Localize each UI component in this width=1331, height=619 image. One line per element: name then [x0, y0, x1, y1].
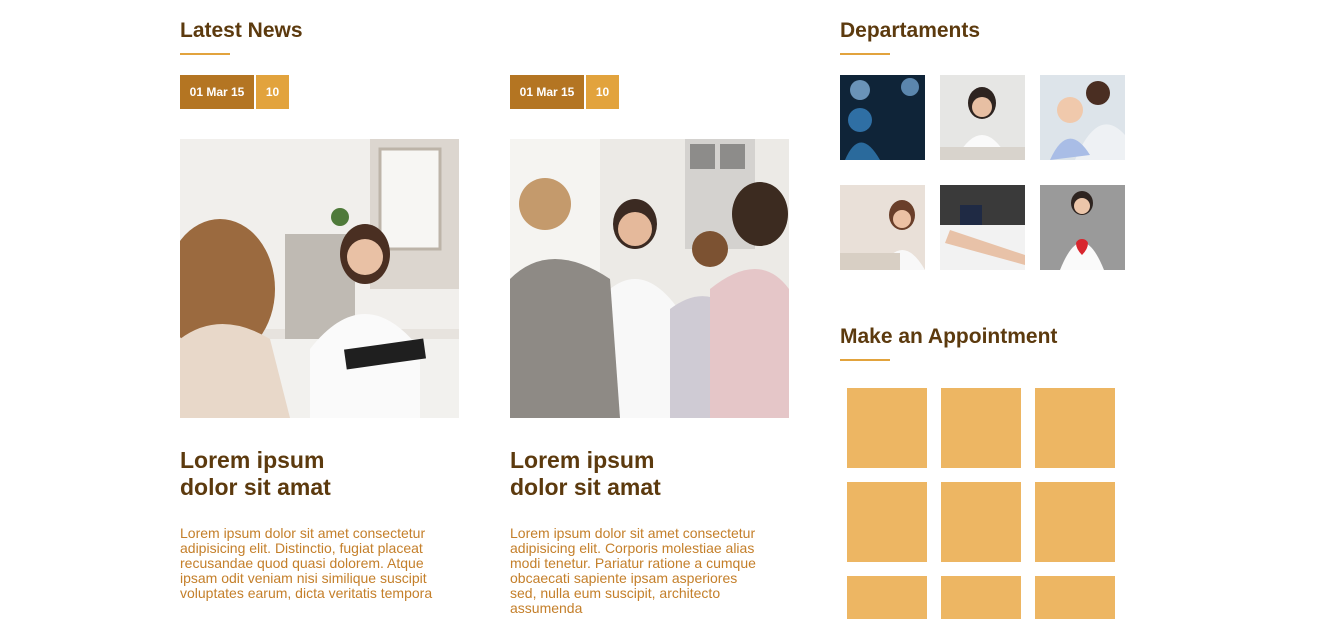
news-title-line1: Lorem ipsum	[180, 447, 325, 473]
doctor-writing-photo	[840, 185, 925, 270]
appointment-slot[interactable]	[941, 388, 1021, 468]
department-thumb-surgery[interactable]	[840, 75, 925, 160]
appointment-slot[interactable]	[941, 482, 1021, 562]
appointment-heading: Make an Appointment	[840, 325, 1058, 348]
doctor-desk-photo	[940, 75, 1025, 160]
news-image-doctor-consultation[interactable]	[180, 139, 459, 418]
department-thumb-cardiology[interactable]	[1040, 185, 1125, 270]
latest-news-heading: Latest News	[180, 19, 303, 42]
appointment-slot[interactable]	[1035, 388, 1115, 468]
news-title-line2: dolor sit amat	[180, 474, 331, 500]
department-thumb-doctor-desk[interactable]	[940, 75, 1025, 160]
appointment-underline	[840, 359, 890, 361]
department-thumb-pediatrics[interactable]	[1040, 75, 1125, 160]
department-thumb-blood-pressure[interactable]	[940, 185, 1025, 270]
appointment-slot[interactable]	[847, 482, 927, 562]
cardiology-photo	[1040, 185, 1125, 270]
departments-heading: Departaments	[840, 19, 981, 42]
news-date-badge: 01 Mar 15	[180, 75, 254, 109]
news-title[interactable]: Lorem ipsum dolor sit amat	[180, 447, 440, 501]
news-date-badge: 01 Mar 15	[510, 75, 584, 109]
appointment-slot[interactable]	[1035, 576, 1115, 619]
latest-news-underline	[180, 53, 230, 55]
departments-underline	[840, 53, 890, 55]
news-title[interactable]: Lorem ipsum dolor sit amat	[510, 447, 770, 501]
pediatrics-photo	[1040, 75, 1125, 160]
news-title-line1: Lorem ipsum	[510, 447, 655, 473]
appointment-slot[interactable]	[847, 576, 927, 619]
family-doctor-visit-photo	[510, 139, 789, 418]
appointment-slot[interactable]	[941, 576, 1021, 619]
news-comment-count-badge[interactable]: 10	[586, 75, 619, 109]
news-excerpt: Lorem ipsum dolor sit amet consectetur a…	[180, 526, 433, 601]
doctor-consultation-photo	[180, 139, 459, 418]
department-thumb-doctor-writing[interactable]	[840, 185, 925, 270]
news-title-line2: dolor sit amat	[510, 474, 661, 500]
appointment-slot[interactable]	[847, 388, 927, 468]
news-image-family-doctor-visit[interactable]	[510, 139, 789, 418]
appointment-slot[interactable]	[1035, 482, 1115, 562]
news-excerpt: Lorem ipsum dolor sit amet consectetur a…	[510, 526, 756, 616]
news-comment-count-badge[interactable]: 10	[256, 75, 289, 109]
blood-pressure-photo	[940, 185, 1025, 270]
surgery-photo	[840, 75, 925, 160]
